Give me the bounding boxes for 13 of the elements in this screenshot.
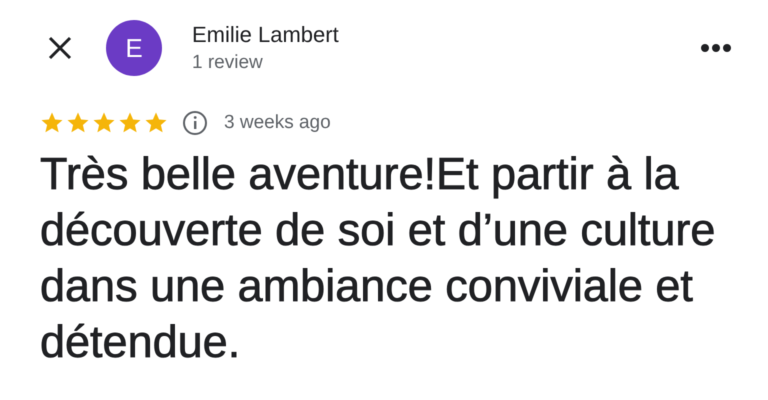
star-icon bbox=[144, 111, 168, 135]
info-icon[interactable] bbox=[182, 110, 208, 136]
review-time: 3 weeks ago bbox=[224, 112, 331, 134]
reviewer-name[interactable]: Emilie Lambert bbox=[192, 22, 700, 48]
star-icon bbox=[66, 111, 90, 135]
more-options-icon[interactable] bbox=[700, 43, 732, 53]
close-icon[interactable] bbox=[47, 35, 73, 61]
star-icon bbox=[92, 111, 116, 135]
review-count: 1 review bbox=[192, 52, 264, 74]
star-icon bbox=[40, 111, 64, 135]
review-text: Très belle aventure!Et partir à la découverte de soi et d’une culture dans une ambiance conviviale et détendue. bbox=[40, 147, 716, 369]
avatar: E bbox=[106, 20, 162, 76]
star-icon bbox=[118, 111, 142, 135]
